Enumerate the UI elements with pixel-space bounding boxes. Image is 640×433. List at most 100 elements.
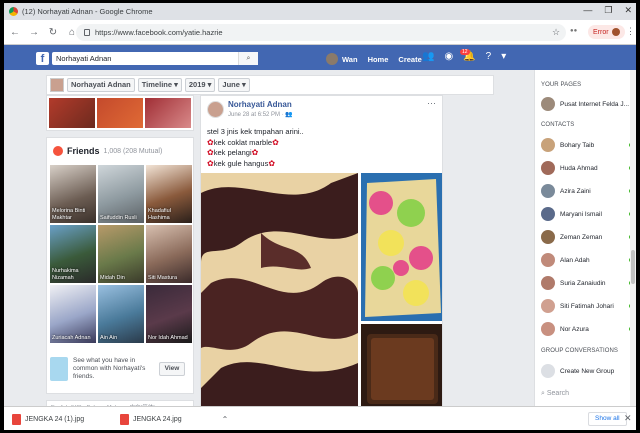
user-avatar[interactable] [326,53,338,65]
create-group-icon [541,364,555,378]
messenger-icon[interactable]: ◉ [444,51,453,62]
view-button[interactable]: View [159,362,185,376]
scrollbar-thumb[interactable] [631,250,635,284]
contact-avatar [541,161,555,175]
profile-name-link[interactable]: Norhayati Adnan [67,78,135,92]
post-photos [201,173,442,406]
chat-search-input[interactable]: ⌕ Search [541,390,569,398]
profile-thumbnail[interactable] [50,78,64,92]
friend-tile[interactable]: Melorina Binti Makhtar [50,165,96,223]
help-icon[interactable]: ? [486,51,492,62]
photo-thumb[interactable] [97,98,143,128]
contact-item[interactable]: Zeman Zeman [541,230,633,244]
post-options-icon[interactable]: ··· [427,98,436,108]
search-icon[interactable]: ⌕ [238,52,258,65]
contact-item[interactable]: Huda Ahmad [541,161,633,175]
create-link[interactable]: Create [398,55,421,64]
close-icon[interactable]: ✕ [624,413,632,424]
friend-requests-icon[interactable]: 👥 [422,51,434,62]
common-illustration [50,357,68,381]
friend-tile[interactable]: Khadafiul Hashima [146,165,192,223]
friend-tile[interactable]: Midah Din [98,225,144,283]
profile-error-button[interactable]: Error [588,25,625,39]
account-menu-icon[interactable]: ▾ [501,51,506,62]
contact-item[interactable]: Siti Fatimah Johari [541,299,633,313]
close-window-button[interactable]: ✕ [624,5,632,16]
author-avatar[interactable] [207,101,224,118]
page-item[interactable]: Pusat Internet Felda J... [541,97,633,111]
friend-tile[interactable]: Siti Mastura [146,225,192,283]
friend-name: Nor Idah Ahmad [148,334,188,341]
page-scrollbar[interactable] [630,70,636,406]
friends-icon [53,146,63,156]
flower-icon: ✿ [207,137,214,147]
friends-header: Friends 1,008 (208 Mutual) [53,146,162,156]
maximize-button[interactable]: ❐ [604,5,612,16]
month-dropdown[interactable]: June ▾ [218,78,250,92]
common-text: See what you have in common with Norhaya… [73,357,146,380]
post-intro: stel 3 jnis kek tmpahan arini.. [207,127,304,136]
photo-thumb[interactable] [145,98,191,128]
back-icon[interactable]: ← [7,27,23,38]
extension-icon[interactable]: ●● [570,28,577,34]
friends-count: 1,008 (208 Mutual) [103,147,163,155]
friends-title[interactable]: Friends [67,146,100,156]
chevron-up-icon[interactable]: ⌃ [222,415,229,424]
contact-item[interactable]: Nor Azura [541,322,633,336]
title-bar: (12) Norhayati Adnan - Google Chrome — ❐… [4,3,636,20]
post-text: stel 3 jnis kek tmpahan arini.. ✿kek cok… [207,127,304,169]
minimize-button[interactable]: — [583,5,592,16]
url-bar[interactable]: https://www.facebook.com/yatie.hazrie [76,24,566,41]
facebook-header: f Norhayati Adnan ⌕ Wan Home Create 👥 ◉ … [4,45,636,70]
contact-item[interactable]: Azira Zaini [541,184,633,198]
friend-tile[interactable]: Nor Idah Ahmad [146,285,192,343]
contact-avatar [541,230,555,244]
burnt-sugar-cake-photo[interactable] [361,324,442,406]
chrome-icon [9,7,18,16]
friend-tile[interactable]: Saifuddin Rusli [98,165,144,223]
friend-name: Melorina Binti Makhtar [52,208,86,221]
timeline-dropdown[interactable]: Timeline ▾ [137,78,182,92]
post-author[interactable]: Norhayati Adnan [228,100,292,109]
chrome-menu-icon[interactable]: ⋮ [626,26,635,37]
friend-tile[interactable]: Nurhakima Nizamah [50,225,96,283]
year-dropdown[interactable]: 2019 ▾ [184,78,216,92]
post-line: ✿kek gule hangus✿ [207,158,276,168]
show-all-button[interactable]: Show all [588,412,627,426]
friends-box: Friends 1,008 (208 Mutual) Melorina Bint… [46,137,194,394]
friend-name: Midah Din [100,274,125,281]
post-date[interactable]: June 28 at 6:52 PM · 👥 [228,111,293,118]
facebook-logo-icon[interactable]: f [36,52,49,65]
contact-item[interactable]: Suria Zanaiudin [541,276,633,290]
your-pages-heading: YOUR PAGES [541,82,582,88]
image-file-icon [120,413,129,425]
left-column: Friends 1,008 (208 Mutual) Melorina Bint… [46,95,194,412]
forward-icon[interactable]: → [26,27,42,38]
marble-cake-photo[interactable] [201,173,358,406]
contacts-heading: CONTACTS [541,122,575,128]
contact-avatar [541,322,555,336]
contact-item[interactable]: Alan Adah [541,253,633,267]
rainbow-cake-photo[interactable] [361,173,442,321]
profile-avatar [611,28,620,36]
friend-name: Nurhakima Nizamah [52,268,79,281]
search-value: Norhayati Adnan [56,54,112,63]
home-link[interactable]: Home [368,55,389,64]
bookmark-star-icon[interactable]: ☆ [552,27,560,38]
contact-item[interactable]: Bohary Taib [541,138,633,152]
download-item[interactable]: JENGKA 24.jpg ⌃ [120,411,228,427]
download-item[interactable]: JENGKA 24 (1).jpg ⌃ [12,411,131,427]
friend-tile[interactable]: Zuriacah Adnan [50,285,96,343]
contact-avatar [541,299,555,313]
facebook-search-input[interactable]: Norhayati Adnan ⌕ [52,52,258,65]
flower-icon: ✿ [207,158,214,168]
reload-icon[interactable]: ↻ [45,27,61,38]
photo-thumb[interactable] [49,98,95,128]
marble-cake-image [201,173,358,406]
contact-item[interactable]: Maryani Ismail [541,207,633,221]
header-icons: 👥 ◉ 🔔 12 ? ▾ [422,49,506,62]
user-name-link[interactable]: Wan [342,55,358,64]
friend-tile[interactable]: Ain Ain [98,285,144,343]
image-file-icon [12,413,21,425]
create-group-item[interactable]: Create New Group [541,364,633,378]
